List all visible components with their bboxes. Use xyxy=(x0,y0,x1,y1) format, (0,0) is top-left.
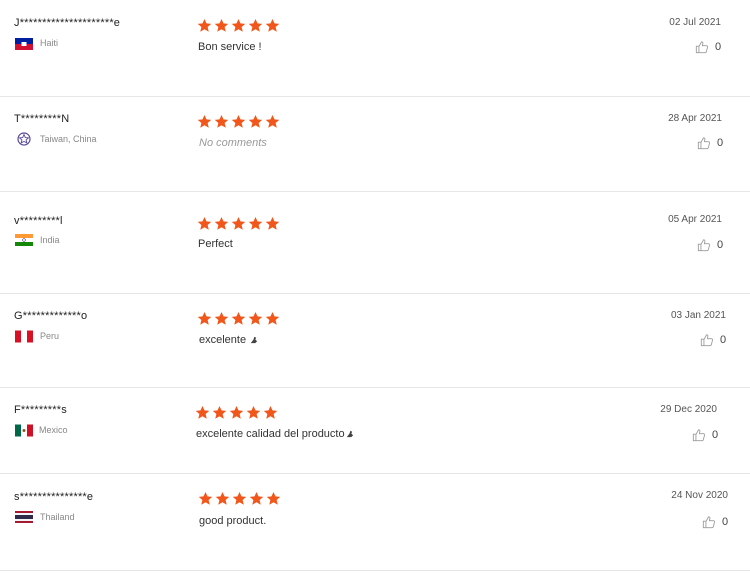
review-comment: excelente calidad del producto xyxy=(196,428,354,440)
star-icon xyxy=(266,491,281,506)
review-comment-text: excelente calidad del producto xyxy=(196,428,345,440)
star-rating xyxy=(197,311,280,326)
mexico-flag-icon xyxy=(15,424,33,437)
star-rating xyxy=(197,114,280,129)
review-comment-text: excelente xyxy=(199,334,247,346)
taiwan-flag-icon xyxy=(17,132,31,146)
star-icon xyxy=(197,311,212,326)
like-button[interactable]: 0 xyxy=(692,428,718,442)
review-date: 03 Jan 2021 xyxy=(670,310,726,321)
star-icon xyxy=(231,114,246,129)
reviewer-country: Mexico xyxy=(39,425,68,435)
star-icon xyxy=(198,491,213,506)
like-count: 0 xyxy=(715,41,722,53)
star-icon xyxy=(246,405,261,420)
star-icon xyxy=(263,405,278,420)
star-icon xyxy=(232,491,247,506)
like-count: 0 xyxy=(712,429,719,441)
reviewer-country: Thailand xyxy=(40,512,75,522)
thumbs-up-icon xyxy=(700,333,714,347)
review-comment: No comments xyxy=(199,137,267,149)
like-count: 0 xyxy=(717,239,724,251)
haiti-flag-icon xyxy=(15,38,33,50)
star-icon xyxy=(248,216,263,231)
review-item: F*********s Mexico excelente calidad del… xyxy=(0,388,750,474)
muscle-emoji-icon xyxy=(345,429,354,438)
star-icon xyxy=(214,311,229,326)
like-button[interactable]: 0 xyxy=(700,333,726,347)
thumbs-up-icon xyxy=(702,515,716,529)
star-icon xyxy=(248,18,263,33)
thumbs-up-icon xyxy=(692,428,706,442)
star-icon xyxy=(265,114,280,129)
thumbs-up-icon xyxy=(697,238,711,252)
like-count: 0 xyxy=(722,516,729,528)
like-count: 0 xyxy=(720,334,727,346)
muscle-emoji-icon xyxy=(249,335,258,344)
star-icon xyxy=(214,216,229,231)
thumbs-up-icon xyxy=(697,136,711,150)
like-button[interactable]: 0 xyxy=(697,238,723,252)
like-button[interactable]: 0 xyxy=(695,40,721,54)
review-item: T*********N Taiwan, China No comments 28… xyxy=(0,97,750,192)
star-icon xyxy=(265,216,280,231)
reviewer-name: G*************o xyxy=(14,310,88,322)
star-icon xyxy=(248,311,263,326)
star-icon xyxy=(265,18,280,33)
star-icon xyxy=(229,405,244,420)
like-button[interactable]: 0 xyxy=(697,136,723,150)
review-comment: good product. xyxy=(199,515,267,527)
reviewer-name: J*********************e xyxy=(14,17,121,29)
india-flag-icon xyxy=(15,234,33,246)
peru-flag-icon xyxy=(15,330,33,343)
star-rating xyxy=(197,18,280,33)
star-icon xyxy=(214,114,229,129)
reviewer-country: India xyxy=(40,235,60,245)
reviewer-name: T*********N xyxy=(14,113,70,125)
star-rating xyxy=(198,491,281,506)
review-comment: excelente xyxy=(199,334,258,346)
star-rating xyxy=(195,405,278,420)
review-comment: Bon service ! xyxy=(198,41,262,53)
star-icon xyxy=(197,216,212,231)
review-item: s***************e Thailand good product.… xyxy=(0,474,750,571)
star-icon xyxy=(197,114,212,129)
star-icon xyxy=(248,114,263,129)
review-date: 29 Dec 2020 xyxy=(660,404,717,415)
star-icon xyxy=(212,405,227,420)
like-count: 0 xyxy=(717,137,724,149)
star-icon xyxy=(231,311,246,326)
reviewer-country: Haiti xyxy=(40,38,59,48)
star-icon xyxy=(215,491,230,506)
review-item: J*********************e Haiti Bon servic… xyxy=(0,0,750,97)
thailand-flag-icon xyxy=(15,511,33,523)
star-icon xyxy=(249,491,264,506)
reviewer-name: F*********s xyxy=(14,404,67,416)
review-date: 28 Apr 2021 xyxy=(668,113,722,124)
review-date: 24 Nov 2020 xyxy=(671,490,728,501)
reviewer-name: s***************e xyxy=(14,491,94,503)
star-rating xyxy=(197,216,280,231)
thumbs-up-icon xyxy=(695,40,709,54)
review-date: 02 Jul 2021 xyxy=(669,17,721,28)
star-icon xyxy=(195,405,210,420)
star-icon xyxy=(197,18,212,33)
star-icon xyxy=(214,18,229,33)
review-item: G*************o Peru excelente 03 Jan 20… xyxy=(0,294,750,388)
star-icon xyxy=(231,18,246,33)
like-button[interactable]: 0 xyxy=(702,515,728,529)
review-item: v*********l India Perfect 05 Apr 2021 0 xyxy=(0,192,750,294)
reviewer-country: Taiwan, China xyxy=(40,134,97,144)
reviewer-name: v*********l xyxy=(14,215,63,227)
star-icon xyxy=(265,311,280,326)
reviewer-country: Peru xyxy=(40,331,60,341)
review-comment: Perfect xyxy=(198,238,233,250)
star-icon xyxy=(231,216,246,231)
review-date: 05 Apr 2021 xyxy=(668,214,722,225)
